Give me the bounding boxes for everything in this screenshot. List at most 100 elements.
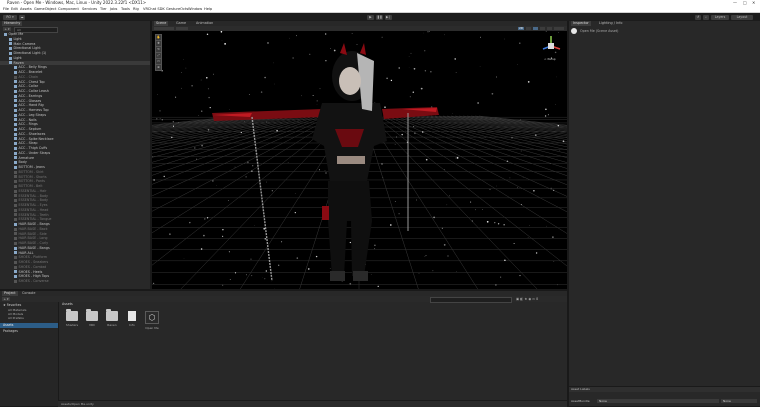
gameobject-icon: [14, 180, 17, 183]
menu-gestureocts[interactable]: GestureOcts: [166, 6, 188, 12]
gameobject-icon: [14, 118, 17, 121]
hierarchy-row[interactable]: SHOES - Converse: [0, 279, 150, 284]
right-shoe: [353, 271, 368, 281]
gameobject-icon: [14, 166, 17, 169]
gameobject-icon: [14, 142, 17, 145]
asset-bundle-row: AssetBundle None None: [569, 398, 760, 405]
project-folder-tree: ★ Favorites All Materials All Models All…: [0, 302, 59, 406]
project-search-input[interactable]: [430, 297, 512, 303]
asset-item[interactable]: Raven: [102, 311, 122, 327]
menu-file[interactable]: File: [3, 6, 9, 12]
cloud-icon[interactable]: ☁: [19, 15, 25, 20]
gameobject-icon: [14, 76, 17, 79]
effects-toggle[interactable]: [540, 27, 545, 31]
gameobject-icon: [14, 95, 17, 98]
gameobject-icon: [14, 80, 17, 83]
asset-item[interactable]: VRC: [82, 311, 102, 327]
gameobject-icon: [14, 218, 17, 221]
project-view-icons[interactable]: ▣ ◧ ★ ◉ ⊙ 8: [516, 296, 564, 302]
gameobject-icon: [14, 194, 17, 197]
menu-services[interactable]: Services: [82, 6, 97, 12]
menu-edit[interactable]: Edit: [11, 6, 18, 12]
pivot-toggle[interactable]: [176, 27, 188, 31]
gameobject-icon: [14, 237, 17, 240]
main-toolbar: RO ▾ ☁ ▶ ❚❚ ▶❘ ↺ ⌕ Layers Layout: [0, 13, 760, 21]
menu-component[interactable]: Component: [58, 6, 79, 12]
gameobject-icon: [9, 42, 12, 45]
create-button[interactable]: + ▾: [3, 27, 11, 31]
pause-button[interactable]: ❚❚: [376, 15, 383, 20]
menu-tier[interactable]: Tier: [100, 6, 107, 12]
menu-window[interactable]: Window: [188, 6, 202, 12]
project-create-button[interactable]: + ▾: [2, 297, 10, 301]
scene-orientation-gizmo[interactable]: < Persp: [538, 33, 564, 63]
asset-bundle-label: AssetBundle: [571, 399, 590, 403]
step-button[interactable]: ▶❘: [385, 15, 392, 20]
gameobject-icon: [14, 261, 17, 264]
gameobject-icon: [14, 247, 17, 250]
layers-dropdown[interactable]: Layers: [711, 15, 729, 20]
asset-item[interactable]: Shaders: [62, 311, 82, 327]
scene-panel: Scene Game Animation 2D: [152, 21, 567, 289]
gameobject-icon: [14, 99, 17, 102]
gameobject-icon: [14, 213, 17, 216]
avatar-model[interactable]: [212, 43, 439, 281]
project-breadcrumb[interactable]: Assets: [62, 302, 73, 306]
gameobject-icon: [14, 190, 17, 193]
gameobject-icon: [14, 223, 17, 226]
layout-dropdown[interactable]: Layout: [731, 15, 753, 20]
2d-toggle[interactable]: 2D: [518, 27, 524, 31]
inspector-header: Open Me (Scene Asset): [580, 29, 618, 33]
folder-assets-row[interactable]: Assets: [0, 323, 58, 328]
audio-toggle[interactable]: [533, 27, 538, 31]
play-button[interactable]: ▶: [367, 15, 374, 20]
draw-mode-dropdown[interactable]: [154, 27, 174, 31]
scene-viewport[interactable]: ✋ ✥ ↻ ⤢ ▭ ⊕ < Persp: [152, 31, 567, 289]
favorites-label[interactable]: ★ Favorites: [3, 303, 21, 307]
favorite-item[interactable]: All Prefabs: [8, 316, 24, 320]
horn-left: [340, 43, 347, 55]
transform-tool-icon[interactable]: ⊕: [155, 64, 162, 71]
menu-tools[interactable]: Tools: [121, 6, 130, 12]
history-icon[interactable]: ↺: [695, 15, 701, 20]
account-dropdown[interactable]: RO ▾: [3, 15, 17, 20]
leg-strap: [322, 206, 329, 220]
asset-name: Shaders: [62, 323, 82, 327]
variant-dropdown[interactable]: None: [721, 399, 757, 403]
tab-inspector[interactable]: Inspector: [571, 21, 591, 26]
asset-bundle-dropdown[interactable]: None: [597, 399, 719, 403]
menu-help[interactable]: Help: [204, 6, 212, 12]
document-icon: [128, 311, 136, 321]
search-icon[interactable]: ⌕: [703, 15, 709, 20]
asset-name: VRC: [82, 323, 102, 327]
gizmos-toggle[interactable]: [547, 27, 552, 31]
inspector-tab-bar: Inspector Lighting / Info: [569, 21, 760, 26]
tab-lighting[interactable]: Lighting / Info: [597, 21, 624, 26]
gameobject-icon: [14, 228, 17, 231]
menu-jobs[interactable]: Jobs: [110, 6, 117, 12]
unity-scene-icon: ⬡: [145, 311, 159, 324]
menu-vrchat-sdk[interactable]: VRChat SDK: [143, 6, 165, 12]
menu-gameobject[interactable]: GameObject: [34, 6, 56, 12]
gameobject-icon: [9, 57, 12, 60]
tab-hierarchy[interactable]: Hierarchy: [2, 21, 22, 26]
folder-assets-label: Assets: [3, 323, 13, 328]
asset-item[interactable]: Info: [122, 311, 142, 327]
gameobject-icon: [14, 232, 17, 235]
projection-label[interactable]: < Persp: [544, 57, 556, 61]
gameobject-icon: [14, 161, 17, 164]
hierarchy-tab-bar: Hierarchy: [0, 21, 150, 26]
folder-packages[interactable]: Packages: [3, 329, 18, 333]
scene-search-input[interactable]: [554, 27, 564, 31]
project-toolbar: + ▾ ▣ ◧ ★ ◉ ⊙ 8: [0, 296, 567, 302]
selected-asset-path: Assets/Open Me.unity: [61, 401, 94, 407]
scene-render: [152, 31, 567, 289]
asset-name: Raven: [102, 323, 122, 327]
asset-item[interactable]: ⬡ Open Me: [142, 311, 162, 330]
gameobject-icon: [9, 47, 12, 50]
gameobject-icon: [14, 280, 17, 283]
lighting-toggle[interactable]: [526, 27, 531, 31]
asset-name: Open Me: [142, 326, 162, 330]
menu-assets[interactable]: Assets: [20, 6, 32, 12]
menu-rig[interactable]: Rig: [133, 6, 139, 12]
